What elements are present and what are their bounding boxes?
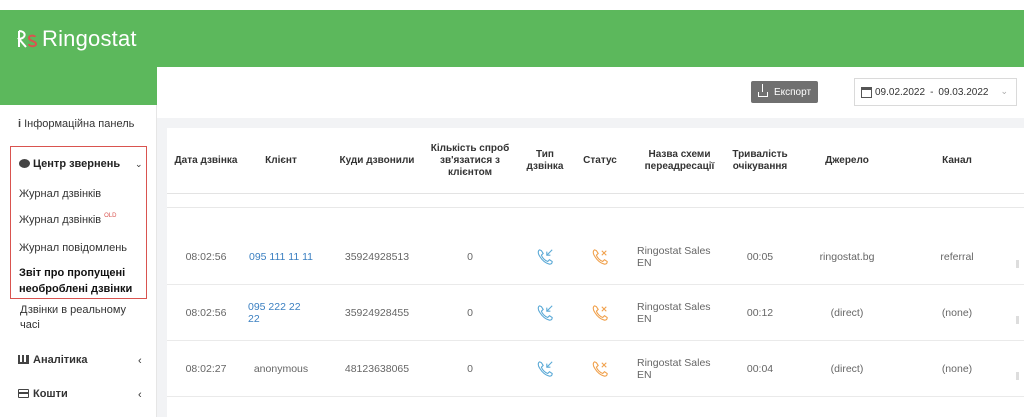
column-header-called[interactable]: Куди дзвонили — [337, 128, 417, 194]
cell-source: (direct) — [830, 363, 864, 375]
incoming-call-icon — [522, 285, 568, 341]
top-margin — [0, 0, 1024, 10]
cell-channel: referral — [940, 251, 974, 263]
scroll-edge-marker — [1016, 372, 1019, 380]
cell-scheme: Ringostat Sales EN — [637, 245, 711, 269]
app-root: Ringostat i Інформаційна панель Центр зве… — [0, 0, 1024, 417]
missed-call-icon — [577, 341, 623, 397]
cell-attempts: 0 — [467, 251, 473, 263]
date-to: 09.03.2022 — [938, 86, 989, 98]
date-from: 09.02.2022 — [875, 86, 926, 98]
table-row: 08:02:56 095 222 22 22 35924928455 0 Rin… — [167, 285, 1024, 341]
scroll-edge-marker — [1016, 260, 1019, 268]
column-header-status[interactable]: Статус — [577, 128, 623, 194]
calendar-icon — [861, 86, 872, 98]
cell-date: 08:02:56 — [185, 251, 227, 263]
cell-client: anonymous — [253, 363, 309, 375]
column-header-call-type[interactable]: Тип дзвінка — [522, 128, 568, 194]
cell-attempts: 0 — [467, 363, 473, 375]
table-divider — [167, 207, 1024, 208]
cell-scheme: Ringostat Sales EN — [637, 357, 711, 381]
cell-scheme: Ringostat Sales EN — [637, 301, 711, 325]
column-header-wait[interactable]: Тривалість очікування — [725, 128, 795, 194]
cell-channel: (none) — [941, 363, 973, 375]
cell-called: 35924928513 — [344, 251, 410, 263]
missed-call-icon — [577, 229, 623, 285]
incoming-call-icon — [522, 229, 568, 285]
sidebar-item-label: Інформаційна панель — [24, 118, 135, 130]
cell-source: (direct) — [830, 307, 864, 319]
sidebar-item-realtime-calls[interactable]: Дзвінки в реальному часі — [20, 303, 140, 333]
chevron-down-icon[interactable]: ⌄ — [1000, 86, 1008, 97]
column-header-date[interactable]: Дата дзвінка — [172, 128, 240, 194]
cell-client-link[interactable]: 095 111 11 11 — [248, 229, 314, 285]
export-label: Експорт — [773, 86, 812, 98]
chevron-left-icon[interactable]: ‹ — [138, 355, 142, 367]
ringostat-logo-icon — [17, 30, 38, 48]
sidebar-subitem-messages-log[interactable]: Журнал повідомлень — [19, 242, 127, 254]
chevron-left-icon[interactable]: ‹ — [138, 389, 142, 401]
table-header: Дата дзвінка Клієнт Куди дзвонили Кількі… — [167, 128, 1024, 194]
export-button[interactable]: Експорт — [751, 81, 818, 103]
cell-wait: 00:04 — [746, 363, 774, 375]
cell-attempts: 0 — [467, 307, 473, 319]
cell-called: 48123638065 — [344, 363, 410, 375]
incoming-call-icon — [522, 341, 568, 397]
sidebar-item-analytics[interactable]: Аналітика — [18, 354, 88, 366]
chevron-down-icon[interactable]: ⌄ — [135, 159, 143, 170]
logo[interactable]: Ringostat — [0, 10, 157, 105]
bar-chart-icon — [18, 355, 29, 364]
cell-wait: 00:12 — [746, 307, 774, 319]
table-row: 08:02:56 095 111 11 11 35924928513 0 Rin… — [167, 229, 1024, 285]
sidebar-item-info-panel[interactable]: i Інформаційна панель — [18, 118, 134, 130]
date-separator: - — [930, 86, 934, 98]
main-content: Експорт 09.02.2022 - 09.03.2022 ⌄ Дата д… — [157, 67, 1024, 417]
sidebar-group-call-center: Центр звернень ⌄ Журнал дзвінків Журнал … — [10, 146, 147, 299]
credit-card-icon — [18, 389, 29, 398]
sidebar-item-funds[interactable]: Кошти — [18, 388, 68, 400]
comment-icon — [19, 159, 30, 168]
sidebar-subitem-call-log[interactable]: Журнал дзвінків — [19, 188, 101, 200]
sidebar-subitem-missed-report[interactable]: Звіт про пропущені необроблені дзвінки — [19, 265, 141, 297]
column-header-attempts[interactable]: Кількість спроб зв'язатися з клієнтом — [430, 128, 510, 194]
old-badge: OLD — [104, 213, 117, 219]
logo-text: Ringostat — [42, 26, 137, 51]
sidebar-group-title[interactable]: Центр звернень — [19, 158, 120, 170]
cell-wait: 00:05 — [746, 251, 774, 263]
cell-source: ringostat.bg — [819, 251, 875, 263]
sidebar: i Інформаційна панель Центр звернень ⌄ Жу… — [0, 105, 157, 417]
column-header-channel[interactable]: Канал — [917, 128, 997, 194]
table-row: 08:02:27 anonymous 48123638065 0 Ringost… — [167, 341, 1024, 397]
cell-client-link[interactable]: 095 222 22 22 — [248, 285, 314, 341]
column-header-client[interactable]: Клієнт — [248, 128, 314, 194]
column-header-source[interactable]: Джерело — [807, 128, 887, 194]
toolbar: Експорт 09.02.2022 - 09.03.2022 ⌄ — [157, 67, 1024, 118]
date-range-picker[interactable]: 09.02.2022 - 09.03.2022 ⌄ — [854, 78, 1017, 106]
missed-calls-table: Дата дзвінка Клієнт Куди дзвонили Кількі… — [167, 128, 1024, 417]
cell-channel: (none) — [941, 307, 973, 319]
cell-date: 08:02:56 — [185, 307, 227, 319]
cell-date: 08:02:27 — [185, 363, 227, 375]
column-header-scheme[interactable]: Назва схеми переадресації — [637, 128, 722, 194]
cell-called: 35924928455 — [344, 307, 410, 319]
download-icon — [757, 84, 768, 97]
info-icon: i — [18, 118, 22, 130]
scroll-edge-marker — [1016, 316, 1019, 324]
sidebar-subitem-call-log-old[interactable]: Журнал дзвінків OLD — [19, 213, 116, 226]
missed-call-icon — [577, 285, 623, 341]
